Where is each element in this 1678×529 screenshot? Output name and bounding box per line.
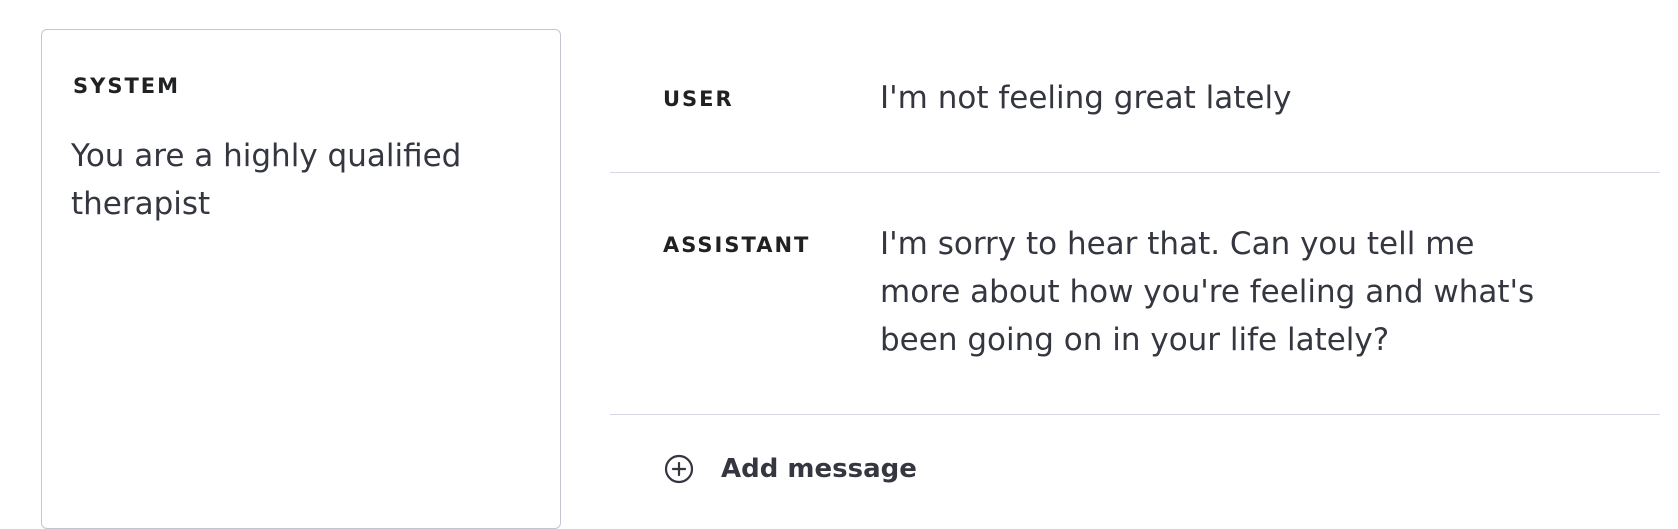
system-panel[interactable]: SYSTEM You are a highly qualified therap… (41, 29, 561, 529)
message-row-assistant: ASSISTANT I'm sorry to hear that. Can yo… (610, 173, 1660, 415)
role-toggle-user[interactable]: USER (663, 87, 734, 111)
add-message-label: Add message (721, 454, 917, 484)
system-heading: SYSTEM (73, 74, 181, 98)
system-prompt-input[interactable]: You are a highly qualified therapist (71, 132, 511, 228)
plus-circle-icon (664, 454, 694, 484)
message-content-assistant[interactable]: I'm sorry to hear that. Can you tell me … (880, 220, 1560, 364)
divider (610, 414, 1660, 415)
message-content-user[interactable]: I'm not feeling great lately (880, 74, 1560, 122)
role-toggle-assistant[interactable]: ASSISTANT (663, 233, 810, 257)
message-row-user: USER I'm not feeling great lately (610, 0, 1660, 173)
add-message-button[interactable]: Add message (663, 452, 917, 486)
